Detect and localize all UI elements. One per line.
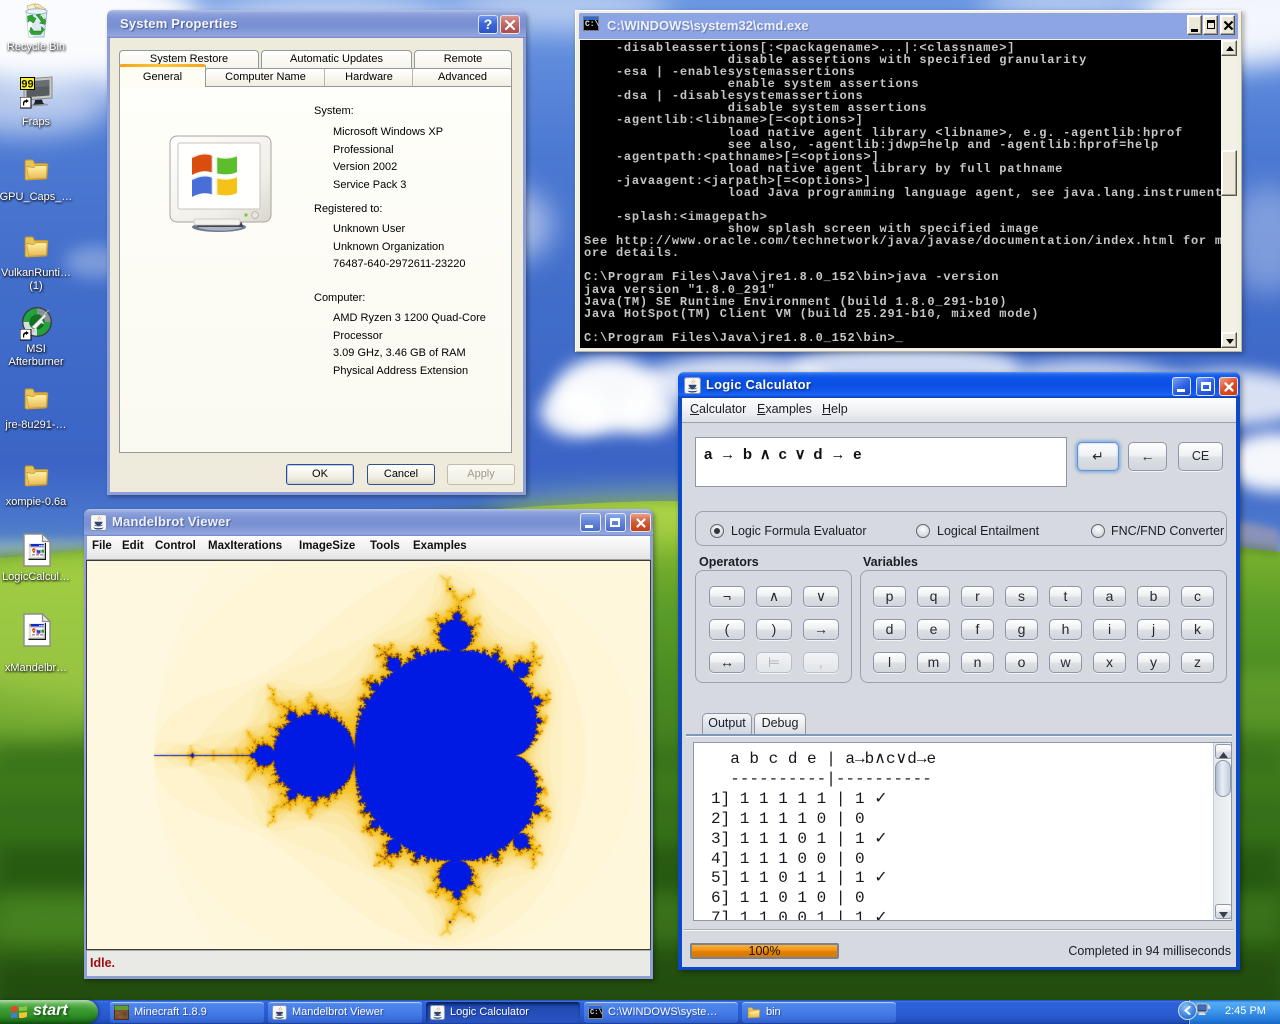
svg-text:99: 99 (21, 79, 33, 91)
